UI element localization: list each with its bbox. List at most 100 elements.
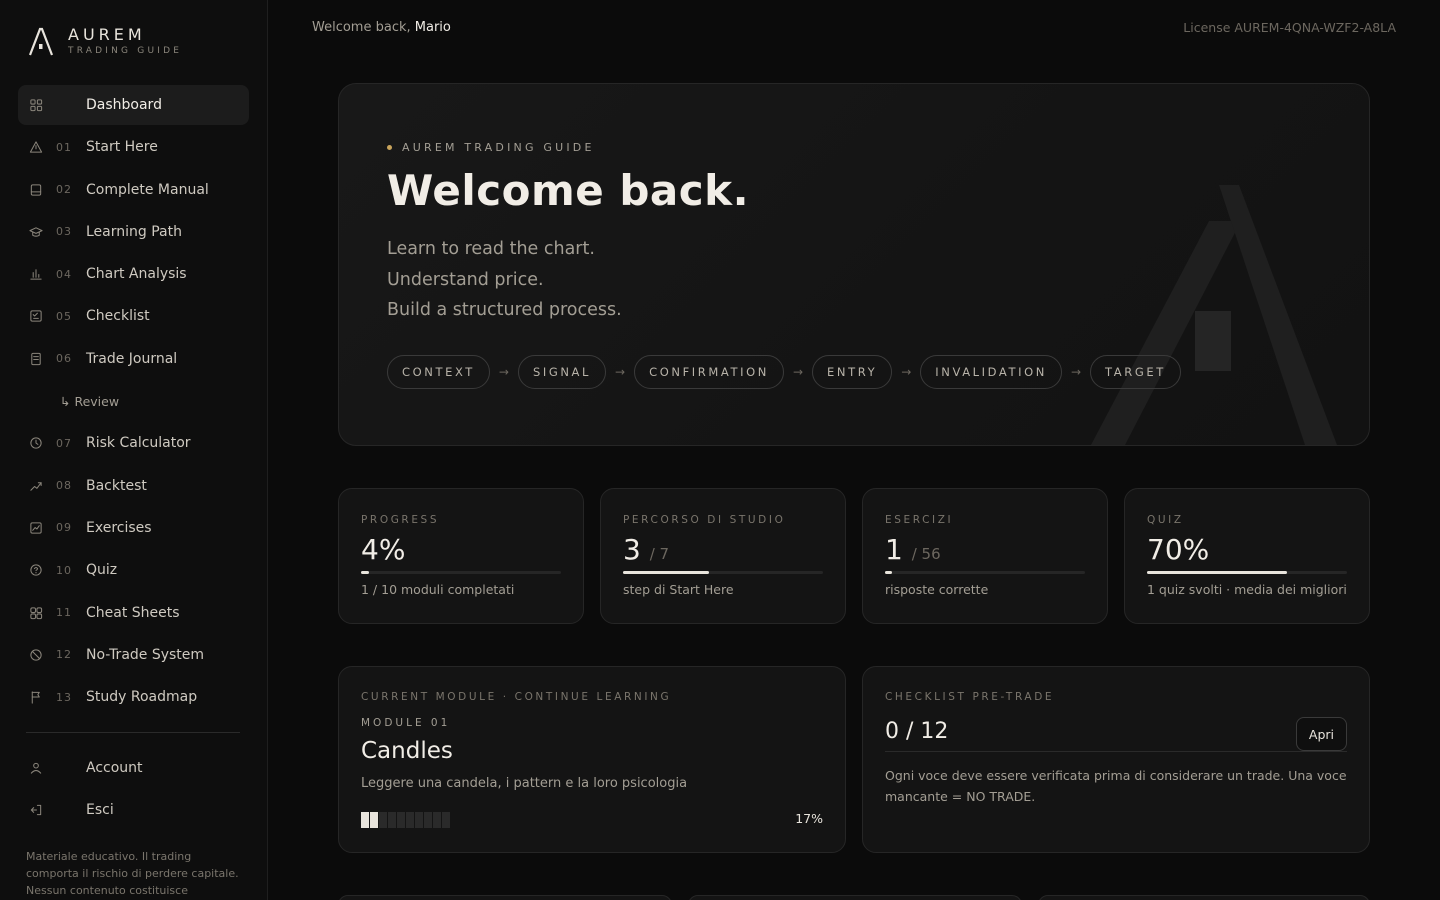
progress-segment bbox=[406, 812, 414, 828]
module-progress-segments bbox=[361, 812, 451, 828]
stat-card-percorso-di-studio: PERCORSO DI STUDIO 3 / 7 step di Start Her… bbox=[600, 488, 846, 624]
progress-segment bbox=[388, 812, 396, 828]
stat-progress-bar bbox=[885, 571, 1085, 574]
nav-number: 07 bbox=[56, 436, 72, 450]
arrow-right-icon: → bbox=[498, 365, 509, 379]
stat-progress-bar bbox=[361, 571, 561, 574]
nav-label: Study Roadmap bbox=[86, 689, 198, 706]
sidebar-item-account[interactable]: Account bbox=[18, 748, 249, 788]
sidebar-item-review[interactable]: ↳ Review bbox=[18, 381, 249, 421]
stat-progress-bar bbox=[1147, 571, 1347, 574]
progress-segment bbox=[415, 812, 423, 828]
module-description: Leggere una candela, i pattern e la loro… bbox=[361, 776, 688, 791]
stat-label: QUIZ bbox=[1147, 514, 1184, 526]
nav-label: Start Here bbox=[86, 139, 158, 156]
stat-number: 70% bbox=[1147, 533, 1210, 566]
step-confirmation: CONFIRMATION bbox=[634, 355, 784, 389]
nav-number: 02 bbox=[56, 183, 72, 197]
stat-label: PROGRESS bbox=[361, 514, 440, 526]
nav-number: 08 bbox=[56, 479, 72, 493]
welcome-prefix: Welcome back, bbox=[312, 20, 411, 35]
lower-card bbox=[338, 895, 672, 900]
sidebar-item-trade-journal[interactable]: 06 Trade Journal bbox=[18, 339, 249, 379]
topbar-welcome: Welcome back, Mario bbox=[312, 20, 451, 35]
stat-card-quiz: QUIZ 70% 1 quiz svolti · media dei miglio… bbox=[1124, 488, 1370, 624]
sidebar-item-dashboard[interactable]: Dashboard bbox=[18, 85, 249, 125]
stat-value: 1 / 56 bbox=[885, 533, 941, 566]
sidebar-item-complete-manual[interactable]: 02 Complete Manual bbox=[18, 170, 249, 210]
checklist-description: Ogni voce deve essere verificata prima d… bbox=[885, 768, 1347, 804]
grid-icon bbox=[29, 98, 43, 112]
stat-value: 3 / 7 bbox=[623, 533, 669, 566]
sidebar: AUREM TRADING GUIDE Dashboard 01 Start Her… bbox=[0, 0, 268, 900]
nav-label: Checklist bbox=[86, 308, 150, 325]
hero-banner: AUREM TRADING GUIDE Welcome back. Learn … bbox=[338, 83, 1370, 446]
checklist-count: 0 / 12 bbox=[885, 719, 949, 744]
stat-label: ESERCIZI bbox=[885, 514, 954, 526]
nav-number: 03 bbox=[56, 225, 72, 239]
nav-label: Complete Manual bbox=[86, 181, 209, 198]
sidebar-item-no-trade-system[interactable]: 12 No-Trade System bbox=[18, 635, 249, 675]
stat-description: step di Start Here bbox=[623, 582, 734, 597]
sidebar-item-start-here[interactable]: 01 Start Here bbox=[18, 127, 249, 167]
open-checklist-button[interactable]: Apri bbox=[1295, 717, 1347, 751]
nav-number: 01 bbox=[56, 140, 72, 154]
sidebar-item-study-roadmap[interactable]: 13 Study Roadmap bbox=[18, 677, 249, 717]
bar-chart-icon bbox=[29, 267, 43, 281]
nav-number: 12 bbox=[56, 648, 72, 662]
hero-kicker-text: AUREM TRADING GUIDE bbox=[402, 141, 595, 154]
nav-label: Quiz bbox=[86, 562, 118, 579]
sidebar-item-backtest[interactable]: 08 Backtest bbox=[18, 466, 249, 506]
sidebar-item-cheat-sheets[interactable]: 11 Cheat Sheets bbox=[18, 593, 249, 633]
stat-card-progress: PROGRESS 4% 1 / 10 moduli completati bbox=[338, 488, 584, 624]
step-context: CONTEXT bbox=[387, 355, 490, 389]
step-invalidation: INVALIDATION bbox=[920, 355, 1062, 389]
progress-segment bbox=[379, 812, 387, 828]
arrow-right-icon: → bbox=[1070, 365, 1082, 379]
stat-progress-fill bbox=[885, 571, 892, 574]
license-key: License AUREM-4QNA-WZF2-A8LA bbox=[1183, 20, 1396, 35]
nav-label: Account bbox=[86, 760, 143, 776]
sidebar-item-esci[interactable]: Esci bbox=[18, 790, 249, 830]
progress-segment bbox=[433, 812, 441, 828]
step-entry: ENTRY bbox=[812, 355, 893, 389]
arrow-right-icon: → bbox=[901, 365, 912, 379]
arrow-right-icon: → bbox=[615, 365, 626, 379]
lower-card bbox=[688, 895, 1022, 900]
help-circle-icon bbox=[29, 563, 43, 577]
lower-card bbox=[1038, 895, 1370, 900]
sidebar-item-checklist[interactable]: 05 Checklist bbox=[18, 296, 249, 336]
accent-dot bbox=[387, 145, 392, 150]
sidebar-item-exercises[interactable]: 09 Exercises bbox=[18, 508, 249, 548]
cards-icon bbox=[29, 606, 43, 620]
progress-segment bbox=[397, 812, 405, 828]
module-title[interactable]: Candles bbox=[361, 738, 453, 764]
step-target: TARGET bbox=[1090, 355, 1181, 389]
sidebar-item-risk-calculator[interactable]: 07 Risk Calculator bbox=[18, 423, 249, 463]
progress-segment bbox=[361, 812, 369, 828]
trend-up-icon bbox=[29, 479, 43, 493]
user-name: Mario bbox=[414, 20, 451, 35]
nav-label: Cheat Sheets bbox=[86, 604, 180, 621]
arrow-right-icon: → bbox=[792, 365, 804, 379]
nav-label: No-Trade System bbox=[86, 646, 205, 663]
sidebar-item-quiz[interactable]: 10 Quiz bbox=[18, 550, 249, 590]
stat-progress-fill bbox=[1147, 571, 1287, 574]
stat-number: 3 bbox=[623, 533, 641, 566]
checklist-divider bbox=[885, 751, 1347, 752]
sidebar-item-chart-analysis[interactable]: 04 Chart Analysis bbox=[18, 254, 249, 294]
progress-segment bbox=[370, 812, 378, 828]
hero-line: Understand price. bbox=[387, 269, 544, 290]
brand-subtitle: TRADING GUIDE bbox=[68, 46, 183, 56]
nav-label: Trade Journal bbox=[86, 350, 178, 367]
brand[interactable]: AUREM TRADING GUIDE bbox=[28, 26, 182, 58]
chart-box-icon bbox=[29, 521, 43, 535]
nav-label: Learning Path bbox=[86, 223, 182, 240]
module-progress-percent: 17% bbox=[795, 811, 823, 826]
nav-number: 10 bbox=[56, 563, 72, 577]
stat-label: PERCORSO DI STUDIO bbox=[623, 514, 786, 526]
sidebar-item-learning-path[interactable]: 03 Learning Path bbox=[18, 212, 249, 252]
nav-label: Exercises bbox=[86, 519, 152, 536]
step-signal: SIGNAL bbox=[517, 355, 607, 389]
current-module-card[interactable]: CURRENT MODULE · CONTINUE LEARNING MODUL… bbox=[338, 666, 846, 853]
